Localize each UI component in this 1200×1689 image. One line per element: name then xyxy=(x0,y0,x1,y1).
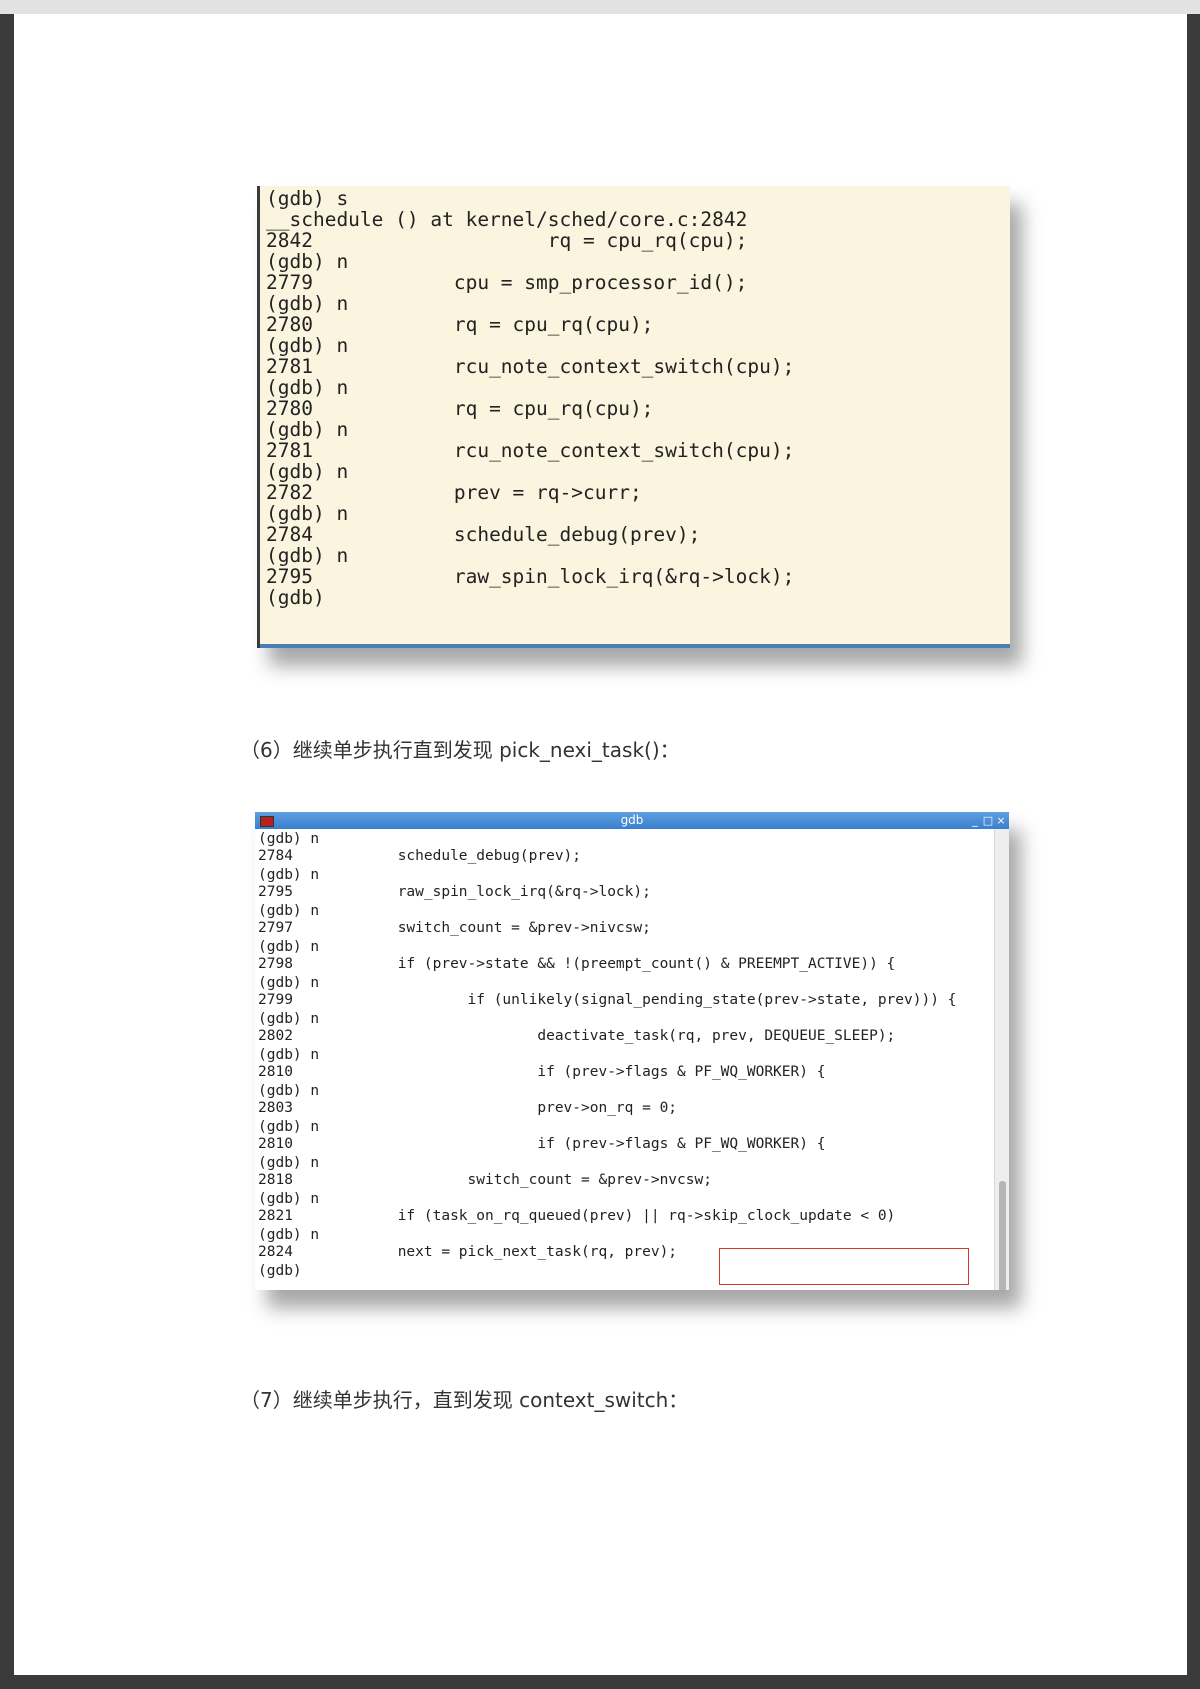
terminal-line: (gdb) n xyxy=(266,544,349,567)
pick-next-task-highlight xyxy=(719,1248,969,1285)
gdb-line: 2797 switch_count = &prev->nivcsw; xyxy=(258,920,651,936)
gdb-line: 2798 if (prev->state && !(preempt_count(… xyxy=(258,956,896,972)
gdb-line: 2824 next = pick_next_task(rq, prev); xyxy=(258,1244,678,1260)
gdb-line: (gdb) n xyxy=(258,939,320,955)
gdb-output: (gdb) n 2784 schedule_debug(prev); (gdb)… xyxy=(255,829,995,1290)
terminal-line: 2795 raw_spin_lock_irq(&rq->lock); xyxy=(266,565,795,588)
terminal-line: __schedule () at kernel/sched/core.c:284… xyxy=(266,208,748,231)
gdb-line: 2802 deactivate_task(rq, prev, DEQUEUE_S… xyxy=(258,1028,896,1044)
terminal-line: (gdb) n xyxy=(266,418,349,441)
terminal-line: (gdb) s xyxy=(266,187,349,210)
terminal-line: (gdb) n xyxy=(266,334,349,357)
gdb-line: (gdb) n xyxy=(258,1155,320,1171)
gdb-line: 2784 schedule_debug(prev); xyxy=(258,848,582,864)
gdb-line: 2810 if (prev->flags & PF_WQ_WORKER) { xyxy=(258,1136,826,1152)
gdb-line: 2818 switch_count = &prev->nvcsw; xyxy=(258,1172,712,1188)
minimize-icon: _ xyxy=(972,814,978,827)
gdb-line: (gdb) n xyxy=(258,1011,320,1027)
terminal-line: (gdb) xyxy=(266,586,325,609)
gdb-line: 2803 prev->on_rq = 0; xyxy=(258,1100,678,1116)
gdb-window-screenshot: gdb _ □ × (gdb) n 2784 schedule_debug(pr… xyxy=(255,812,1009,1290)
caption-step-6: （6）继续单步执行直到发现 pick_nexi_task()： xyxy=(240,738,680,762)
gdb-line: 2795 raw_spin_lock_irq(&rq->lock); xyxy=(258,884,651,900)
terminal-line: (gdb) n xyxy=(266,502,349,525)
terminal-line: (gdb) n xyxy=(266,460,349,483)
viewer-bottom-strip xyxy=(0,1675,1200,1689)
gdb-line: (gdb) n xyxy=(258,867,320,883)
gdb-line: (gdb) n xyxy=(258,1191,320,1207)
gdb-scrollbar-thumb xyxy=(999,1181,1006,1290)
gdb-line: 2799 if (unlikely(signal_pending_state(p… xyxy=(258,992,957,1008)
terminal-line: 2780 rq = cpu_rq(cpu); xyxy=(266,397,654,420)
document-page: (gdb) s __schedule () at kernel/sched/co… xyxy=(14,14,1187,1675)
gdb-line: (gdb) n xyxy=(258,1227,320,1243)
gdb-line: (gdb) n xyxy=(258,1047,320,1063)
gdb-line: 2810 if (prev->flags & PF_WQ_WORKER) { xyxy=(258,1064,826,1080)
terminal-line: 2782 prev = rq->curr; xyxy=(266,481,642,504)
terminal-line: (gdb) n xyxy=(266,376,349,399)
terminal-screenshot: (gdb) s __schedule () at kernel/sched/co… xyxy=(257,186,1010,648)
gdb-window-titlebar: gdb _ □ × xyxy=(255,812,1009,829)
terminal-line: 2780 rq = cpu_rq(cpu); xyxy=(266,313,654,336)
gdb-scrollbar xyxy=(994,829,1009,1290)
terminal-line: 2842 rq = cpu_rq(cpu); xyxy=(266,229,748,252)
gdb-line: (gdb) n xyxy=(258,831,320,847)
gdb-line: (gdb) n xyxy=(258,903,320,919)
close-icon: × xyxy=(996,814,1006,827)
gdb-line: (gdb) n xyxy=(258,1083,320,1099)
viewer-top-strip xyxy=(0,0,1200,14)
gdb-line: (gdb) xyxy=(258,1263,302,1279)
gdb-line: (gdb) n xyxy=(258,1119,320,1135)
gdb-line: 2821 if (task_on_rq_queued(prev) || rq->… xyxy=(258,1208,896,1224)
gdb-line: (gdb) n xyxy=(258,975,320,991)
terminal-line: 2781 rcu_note_context_switch(cpu); xyxy=(266,355,795,378)
gdb-window-title: gdb xyxy=(620,813,644,827)
terminal-line: (gdb) n xyxy=(266,292,349,315)
terminal-line: 2781 rcu_note_context_switch(cpu); xyxy=(266,439,795,462)
terminal-bottom-bar xyxy=(260,644,1010,648)
terminal-line: 2779 cpu = smp_processor_id(); xyxy=(266,271,748,294)
maximize-icon: □ xyxy=(982,814,994,827)
terminal-line: (gdb) n xyxy=(266,250,349,273)
terminal-line: 2784 schedule_debug(prev); xyxy=(266,523,701,546)
caption-step-7: （7）继续单步执行，直到发现 context_switch： xyxy=(240,1388,689,1412)
